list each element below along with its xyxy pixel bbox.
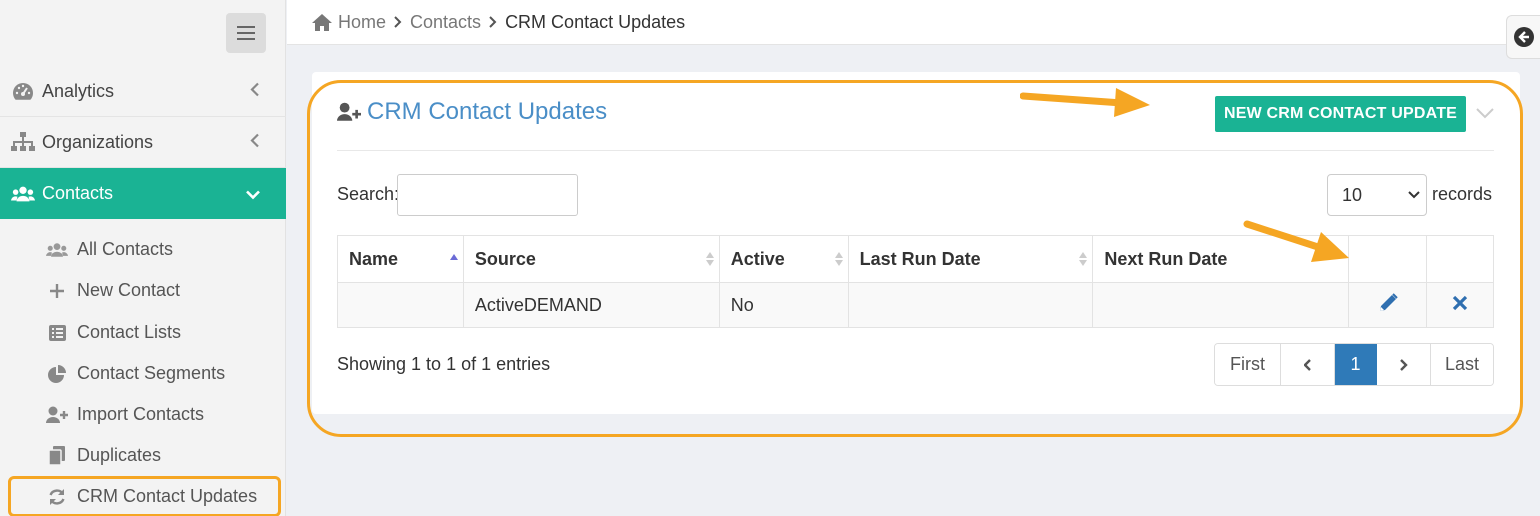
sidebar-subitem-label: New Contact: [77, 280, 181, 300]
sidebar-subitem-contact-lists[interactable]: Contact Lists: [0, 312, 286, 353]
delete-x-icon[interactable]: [1451, 294, 1469, 312]
crm-updates-table: Name Source Active Last Run Date Next Ru…: [337, 235, 1495, 328]
chevron-down-icon: [246, 183, 260, 204]
page-title: CRM Contact Updates: [337, 98, 607, 126]
cell-active: No: [718, 282, 849, 328]
hamburger-line: [237, 26, 255, 28]
column-header-active[interactable]: Active: [718, 235, 849, 283]
column-header-label: Name: [349, 248, 399, 269]
back-button[interactable]: [1506, 15, 1540, 59]
sidebar-subitem-contact-segments[interactable]: Contact Segments: [0, 353, 286, 394]
sidebar-subitem-import-contacts[interactable]: Import Contacts: [0, 394, 286, 435]
column-header-label: Source: [474, 248, 536, 269]
cell-last-run-date: [847, 282, 1094, 328]
sort-asc-icon: [449, 253, 458, 260]
user-plus-icon: [46, 406, 68, 424]
sidebar-item-organizations[interactable]: Organizations: [0, 117, 286, 168]
sidebar-subitem-all-contacts[interactable]: All Contacts: [0, 229, 286, 270]
pagination-next[interactable]: [1377, 344, 1431, 385]
chevron-down-icon[interactable]: [1475, 106, 1495, 124]
entries-summary: Showing 1 to 1 of 1 entries: [337, 354, 551, 374]
sidebar-subitem-label: All Contacts: [77, 239, 174, 259]
sidebar-item-label: Contacts: [42, 183, 114, 203]
copy-icon: [46, 446, 68, 465]
column-header-label: Next Run Date: [1104, 248, 1228, 269]
cell-name: [337, 282, 464, 328]
user-plus-icon: [337, 102, 361, 122]
hamburger-line: [237, 38, 255, 40]
breadcrumb: Home Contacts CRM Contact Updates: [287, 0, 1540, 45]
column-header-delete: [1425, 235, 1495, 283]
pagination: First 1 Last: [1214, 343, 1494, 386]
cell-source: ActiveDEMAND: [462, 282, 720, 328]
pagination-current[interactable]: 1: [1335, 344, 1377, 385]
sidebar-item-label: Organizations: [42, 131, 154, 152]
pagination-last[interactable]: Last: [1431, 344, 1493, 385]
sidebar-item-contacts[interactable]: Contacts: [0, 168, 286, 219]
users-icon: [46, 242, 68, 258]
sidebar-subitem-label: Contact Lists: [77, 322, 182, 342]
pagination-first[interactable]: First: [1215, 344, 1281, 385]
hamburger-line: [237, 32, 255, 34]
column-header-label: Last Run Date: [859, 248, 981, 269]
sidebar-item-label: Analytics: [42, 80, 115, 101]
sidebar-subitem-label: Duplicates: [77, 445, 162, 465]
chevron-left-icon: [250, 81, 260, 102]
cell-next-run-date: [1092, 282, 1350, 328]
page-size-select[interactable]: 10: [1327, 174, 1427, 216]
column-header-label: Active: [730, 248, 785, 269]
sort-icon: [834, 252, 843, 266]
new-crm-contact-update-button[interactable]: NEW CRM CONTACT UPDATE: [1215, 96, 1466, 132]
home-icon[interactable]: [312, 13, 332, 31]
sidebar-subitem-label: Contact Segments: [77, 363, 226, 383]
chevron-left-icon: [1303, 358, 1312, 371]
cell-edit: [1348, 282, 1427, 328]
chevron-down-icon: [1408, 191, 1420, 199]
dashboard-icon: [11, 81, 35, 101]
sidebar-item-analytics[interactable]: Analytics: [0, 66, 286, 117]
edit-pencil-icon[interactable]: [1377, 292, 1399, 314]
page-title-text: CRM Contact Updates: [367, 98, 608, 125]
table-row: ActiveDEMAND No: [337, 282, 1495, 328]
search-label: Search:: [337, 184, 400, 204]
sidebar: Analytics Organizations Contacts All Con…: [0, 0, 286, 516]
records-label: records: [1432, 184, 1493, 204]
refresh-icon: [46, 488, 68, 506]
sidebar-subitem-crm-contact-updates[interactable]: CRM Contact Updates: [8, 476, 281, 516]
users-icon: [11, 185, 35, 203]
sidebar-subitem-label: Import Contacts: [77, 404, 205, 424]
sort-icon: [705, 252, 714, 266]
chevron-left-icon: [250, 132, 260, 153]
sidebar-subitem-label: CRM Contact Updates: [77, 486, 258, 506]
sitemap-icon: [11, 132, 35, 152]
column-header-source[interactable]: Source: [462, 235, 720, 283]
plus-icon: [46, 283, 68, 299]
arrow-circle-left-icon: [1513, 26, 1535, 48]
chevron-right-icon: [394, 16, 402, 28]
breadcrumb-current: CRM Contact Updates: [505, 11, 686, 32]
chevron-right-icon: [489, 16, 497, 28]
menu-toggle-button[interactable]: [226, 13, 266, 53]
cell-delete: [1425, 282, 1495, 328]
column-header-name[interactable]: Name: [337, 235, 464, 283]
column-header-last-run-date[interactable]: Last Run Date: [847, 235, 1094, 283]
sidebar-subitem-duplicates[interactable]: Duplicates: [0, 435, 286, 476]
search-input[interactable]: [397, 174, 578, 216]
column-header-edit: [1348, 235, 1427, 283]
sidebar-subitem-new-contact[interactable]: New Contact: [0, 270, 286, 311]
pie-chart-icon: [46, 364, 68, 383]
breadcrumb-contacts[interactable]: Contacts: [410, 12, 481, 33]
pagination-prev[interactable]: [1281, 344, 1335, 385]
table-header-row: Name Source Active Last Run Date Next Ru…: [337, 235, 1495, 283]
page-size-value: 10: [1342, 184, 1363, 205]
breadcrumb-home[interactable]: Home: [338, 12, 386, 33]
chevron-right-icon: [1399, 358, 1408, 371]
column-header-next-run-date[interactable]: Next Run Date: [1092, 235, 1350, 283]
list-icon: [46, 324, 68, 341]
sort-icon: [1079, 252, 1088, 266]
panel-divider: [337, 150, 1494, 151]
